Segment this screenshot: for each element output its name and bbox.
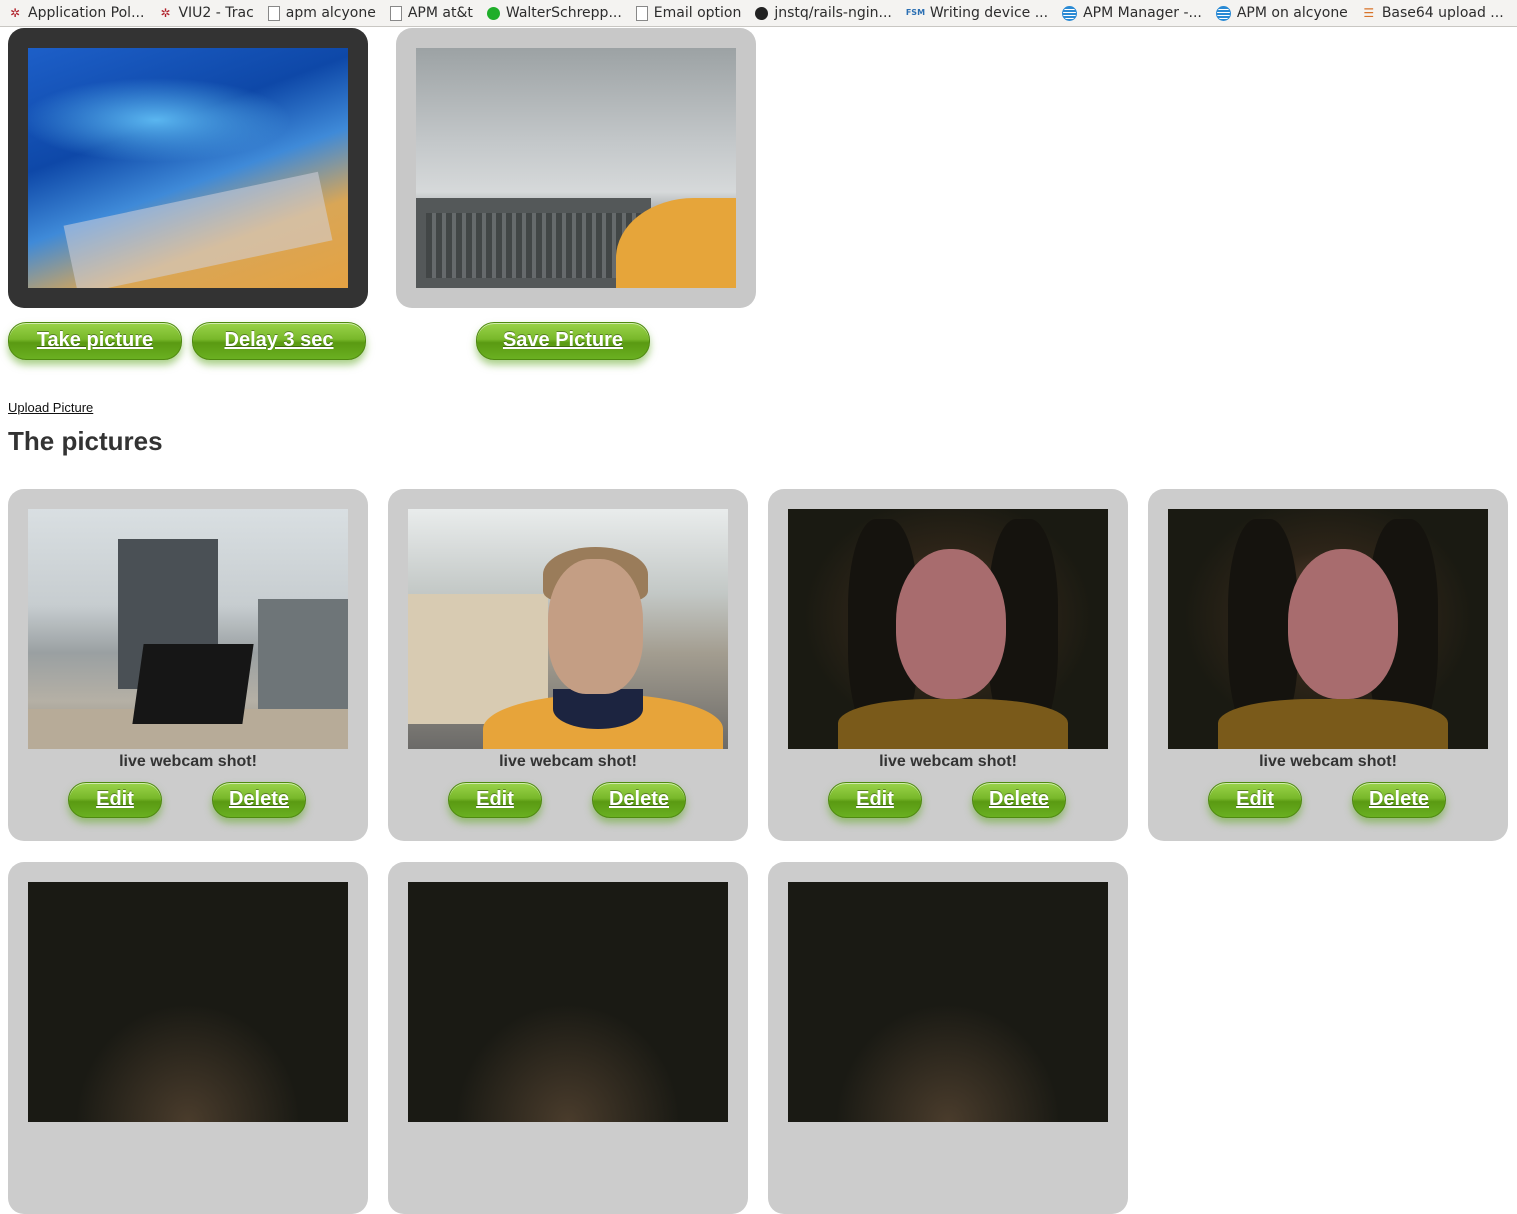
save-picture-button[interactable]: Save Picture (476, 322, 650, 360)
picture-caption: live webcam shot! (499, 753, 637, 770)
bookmark-apm-att[interactable]: APM at&t (389, 5, 473, 21)
bookmark-label: Application Pol... (28, 5, 145, 21)
picture-image (788, 509, 1108, 749)
bookmark-label: APM at&t (407, 5, 473, 21)
bookmark-email-option[interactable]: Email option (635, 5, 742, 21)
bookmarks-bar: ✲ Application Pol... ✲ VIU2 - Trac apm alc… (0, 0, 1517, 27)
live-camera-frame (8, 28, 368, 308)
delete-button[interactable]: Delete (1352, 782, 1446, 818)
bookmark-label: apm alcyone (285, 5, 376, 21)
picture-caption: live webcam shot! (119, 753, 257, 770)
picture-card: live webcam shot! Edit Delete (1148, 489, 1508, 841)
edit-button[interactable]: Edit (448, 782, 542, 818)
bug-icon: ✲ (160, 6, 171, 20)
att-globe-icon (1215, 5, 1231, 21)
document-icon (635, 5, 648, 21)
bookmark-label: jnstq/rails-ngin... (774, 5, 892, 21)
snapshot-preview-image (416, 48, 736, 288)
bookmark-label: VIU2 - Trac (178, 5, 254, 21)
picture-image (788, 882, 1108, 1122)
bookmark-writing-device[interactable]: FSM Writing device ... (906, 5, 1048, 21)
document-icon (267, 5, 280, 21)
bookmark-application-policy[interactable]: ✲ Application Pol... (8, 5, 144, 21)
picture-image (28, 882, 348, 1122)
bug-icon: ✲ (9, 6, 21, 20)
section-title: The pictures (8, 426, 163, 456)
bookmark-label: APM Manager -... (1083, 5, 1202, 21)
github-icon (755, 6, 769, 20)
stackoverflow-icon: ☰ (1363, 6, 1375, 20)
picture-image (408, 509, 728, 749)
picture-card (8, 862, 368, 1214)
bookmark-walter[interactable]: WalterSchrepp... (486, 5, 622, 21)
edit-button[interactable]: Edit (1208, 782, 1302, 818)
bookmark-label: WalterSchrepp... (505, 5, 622, 21)
picture-image (1168, 509, 1488, 749)
snapshot-preview-frame (396, 28, 756, 308)
delete-button[interactable]: Delete (592, 782, 686, 818)
delay-3-sec-button[interactable]: Delay 3 sec (192, 322, 366, 360)
edit-button[interactable]: Edit (828, 782, 922, 818)
picture-caption: live webcam shot! (879, 753, 1017, 770)
picture-card: live webcam shot! Edit Delete (8, 489, 368, 841)
bookmark-label: APM on alcyone (1236, 5, 1348, 21)
picture-card (388, 862, 748, 1214)
picture-card: live webcam shot! Edit Delete (768, 489, 1128, 841)
picture-caption: live webcam shot! (1259, 753, 1397, 770)
bookmark-apm-manager[interactable]: APM Manager -... (1062, 5, 1202, 21)
bookmark-label: Writing device ... (929, 5, 1049, 21)
picture-card: live webcam shot! Edit Delete (388, 489, 748, 841)
delete-button[interactable]: Delete (972, 782, 1066, 818)
bookmark-apm-alcyone[interactable]: apm alcyone (267, 5, 376, 21)
delete-button[interactable]: Delete (212, 782, 306, 818)
bookmark-viu2-trac[interactable]: ✲ VIU2 - Trac (158, 5, 253, 21)
bookmark-base64-upload[interactable]: ☰ Base64 upload ... (1362, 5, 1504, 21)
picture-image (408, 882, 728, 1122)
take-picture-button[interactable]: Take picture (8, 322, 182, 360)
edit-button[interactable]: Edit (68, 782, 162, 818)
bookmark-label: Email option (653, 5, 742, 21)
bookmark-apm-on-alcyone[interactable]: APM on alcyone (1215, 5, 1348, 21)
picture-card (768, 862, 1128, 1214)
bookmark-label: Base64 upload ... (1381, 5, 1504, 21)
green-circle-icon (486, 6, 500, 20)
picture-image (28, 509, 348, 749)
fsm-icon: FSM (905, 8, 926, 17)
upload-picture-link[interactable]: Upload Picture (8, 400, 93, 415)
live-camera-feed (28, 48, 348, 288)
att-globe-icon (1062, 5, 1078, 21)
bookmark-github-rails[interactable]: jnstq/rails-ngin... (755, 5, 892, 21)
document-icon (389, 5, 402, 21)
